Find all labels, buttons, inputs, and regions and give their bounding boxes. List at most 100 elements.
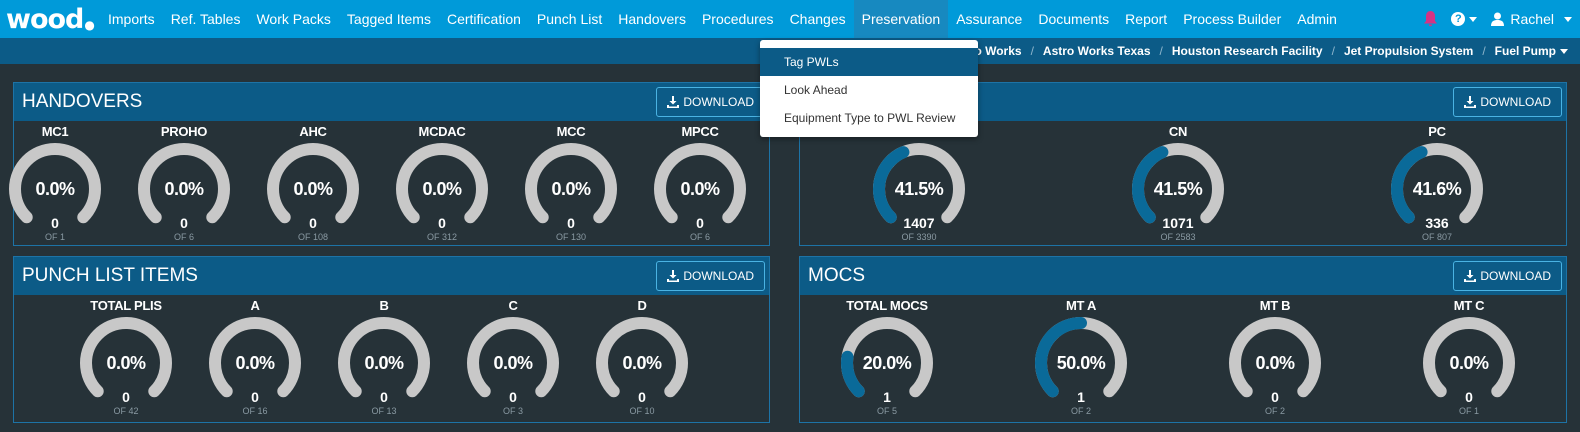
gauge-of: OF 2583 xyxy=(1160,232,1196,242)
gauge-count: 0 xyxy=(309,215,317,231)
gauge-label: AHC xyxy=(299,124,327,139)
gauge-label: TOTAL PLIS xyxy=(90,298,162,313)
gauge: AHC 0.0% 0 OF 108 xyxy=(258,121,368,246)
gauge-of: OF 108 xyxy=(297,232,328,242)
gauge-of: OF 1 xyxy=(1458,406,1479,416)
menu-imports[interactable]: Imports xyxy=(100,0,163,38)
user-name: Rachel xyxy=(1510,11,1554,27)
gauge: B 0.0% 0 OF 13 xyxy=(329,295,439,420)
gauge-row: TOTAL ITRS41.5%1407OF 3390CN41.5%1071OF … xyxy=(800,121,1566,245)
breadcrumb-item[interactable]: Astro Works Texas xyxy=(1043,44,1151,58)
user-icon xyxy=(1491,12,1505,26)
gauge: CN 41.5% 1071 OF 2583 xyxy=(1123,121,1233,246)
gauge-count: 0 xyxy=(122,389,130,405)
breadcrumb-item[interactable]: Jet Propulsion System xyxy=(1344,44,1473,58)
breadcrumb-separator: / xyxy=(1030,44,1034,58)
gauge-label: C xyxy=(508,298,518,313)
breadcrumb-separator: / xyxy=(1331,44,1335,58)
gauge-of: OF 2 xyxy=(1264,406,1285,416)
gauge-pct: 0.0% xyxy=(364,353,404,373)
gauge-row: TOTAL PLIS 0.0% 0 OF 42 A 0.0% 0 OF 16 B 0.0% 0 OF … xyxy=(14,295,769,422)
gauge-pct: 0.0% xyxy=(1449,353,1489,373)
gauge-pct: 0.0% xyxy=(235,353,275,373)
gauge-label: A xyxy=(250,298,260,313)
gauge-count: 0 xyxy=(51,215,59,231)
menu-process-builder[interactable]: Process Builder xyxy=(1175,0,1289,38)
punch-list-panel: PUNCH LIST ITEMS DOWNLOAD TOTAL PLIS 0.0%… xyxy=(13,256,770,423)
gauge-pct: 0.0% xyxy=(1255,353,1295,373)
download-button[interactable]: DOWNLOAD xyxy=(656,261,765,291)
menu-handovers[interactable]: Handovers xyxy=(610,0,694,38)
panel-title: MOCS xyxy=(808,265,865,286)
gauge-pct: 0.0% xyxy=(164,179,204,199)
menu-preservation[interactable]: Preservation xyxy=(853,0,949,38)
dropdown-item-equipment-type-review[interactable]: Equipment Type to PWL Review xyxy=(760,104,978,132)
gauge-count: 0 xyxy=(509,389,517,405)
menu-admin[interactable]: Admin xyxy=(1289,0,1345,38)
gauge: PC 41.6% 336 OF 807 xyxy=(1382,121,1492,246)
panel-header: MOCS DOWNLOAD xyxy=(800,257,1566,295)
menu-certification[interactable]: Certification xyxy=(439,0,529,38)
gauge-label: MT A xyxy=(1065,298,1097,313)
menu-ref-tables[interactable]: Ref. Tables xyxy=(163,0,249,38)
gauge: MC1 0.0% 0 OF 1 xyxy=(0,121,110,246)
download-label: DOWNLOAD xyxy=(1480,269,1551,283)
gauge-pct: 0.0% xyxy=(422,179,462,199)
gauge: C 0.0% 0 OF 3 xyxy=(458,295,568,420)
menu-assurance[interactable]: Assurance xyxy=(948,0,1030,38)
panel-title: HANDOVERS xyxy=(22,91,143,112)
gauge-count: 1 xyxy=(883,389,891,405)
gauge-row: MC1 0.0% 0 OF 1 PROHO 0.0% 0 OF 6 AHC 0.0% 0 OF 108… xyxy=(9,121,769,246)
gauge-label: MT C xyxy=(1453,298,1485,313)
breadcrumb-item[interactable]: Fuel Pump xyxy=(1495,44,1568,58)
chevron-down-icon xyxy=(1469,16,1478,22)
download-label: DOWNLOAD xyxy=(683,95,754,109)
download-button[interactable]: DOWNLOAD xyxy=(1453,261,1562,291)
gauge-count: 1407 xyxy=(903,215,935,231)
gauge: PROHO 0.0% 0 OF 6 xyxy=(129,121,239,246)
preservation-dropdown: Tag PWLs Look Ahead Equipment Type to PW… xyxy=(760,40,978,137)
mocs-panel: MOCS DOWNLOAD TOTAL MOCS 20.0% 1 OF 5 MT A 50… xyxy=(799,256,1567,423)
gauge-pct: 0.0% xyxy=(35,179,75,199)
gauge-label: MCDAC xyxy=(418,124,466,139)
gauge-count: 336 xyxy=(1425,215,1449,231)
gauge-count: 0 xyxy=(180,215,188,231)
menu-changes[interactable]: Changes xyxy=(782,0,854,38)
gauge-label: MPCC xyxy=(681,124,719,139)
gauge-label: MCC xyxy=(556,124,586,139)
menu-documents[interactable]: Documents xyxy=(1030,0,1117,38)
download-icon xyxy=(667,270,680,282)
gauge-label: D xyxy=(637,298,647,313)
gauge: MCC 0.0% 0 OF 130 xyxy=(516,121,626,246)
gauge: D 0.0% 0 OF 10 xyxy=(587,295,697,420)
breadcrumb-item[interactable]: Houston Research Facility xyxy=(1172,44,1323,58)
wood-logo[interactable]: wood ● xyxy=(0,0,100,38)
top-navbar: wood ● Imports Ref. Tables Work Packs Tag… xyxy=(0,0,1580,38)
menu-procedures[interactable]: Procedures xyxy=(694,0,782,38)
download-button[interactable]: DOWNLOAD xyxy=(1453,87,1562,117)
menu-tagged-items[interactable]: Tagged Items xyxy=(339,0,439,38)
dropdown-item-look-ahead[interactable]: Look Ahead xyxy=(760,76,978,104)
gauge: TOTAL ITRS41.5%1407OF 3390 xyxy=(864,121,974,246)
gauge-pct: 0.0% xyxy=(106,353,146,373)
gauge-count: 0 xyxy=(380,389,388,405)
download-label: DOWNLOAD xyxy=(683,269,754,283)
menu-punch-list[interactable]: Punch List xyxy=(529,0,610,38)
menu-report[interactable]: Report xyxy=(1117,0,1175,38)
menu-work-packs[interactable]: Work Packs xyxy=(248,0,338,38)
bell-icon[interactable] xyxy=(1424,11,1438,27)
gauge-of: OF 16 xyxy=(242,406,268,416)
help-menu[interactable]: ? xyxy=(1451,12,1478,26)
panel-header: PUNCH LIST ITEMS DOWNLOAD xyxy=(14,257,769,295)
user-menu[interactable]: Rachel xyxy=(1491,11,1572,27)
dropdown-item-tag-pwls[interactable]: Tag PWLs xyxy=(760,48,978,76)
gauge-label: PC xyxy=(1428,124,1446,139)
download-icon xyxy=(1464,270,1477,282)
panel-title: PUNCH LIST ITEMS xyxy=(22,265,198,286)
gauge-pct: 0.0% xyxy=(622,353,662,373)
gauge-count: 0 xyxy=(438,215,446,231)
download-button[interactable]: DOWNLOAD xyxy=(656,87,765,117)
gauge-of: OF 1 xyxy=(44,232,65,242)
gauge-pct: 41.5% xyxy=(894,179,944,199)
gauge-of: OF 130 xyxy=(555,232,586,242)
